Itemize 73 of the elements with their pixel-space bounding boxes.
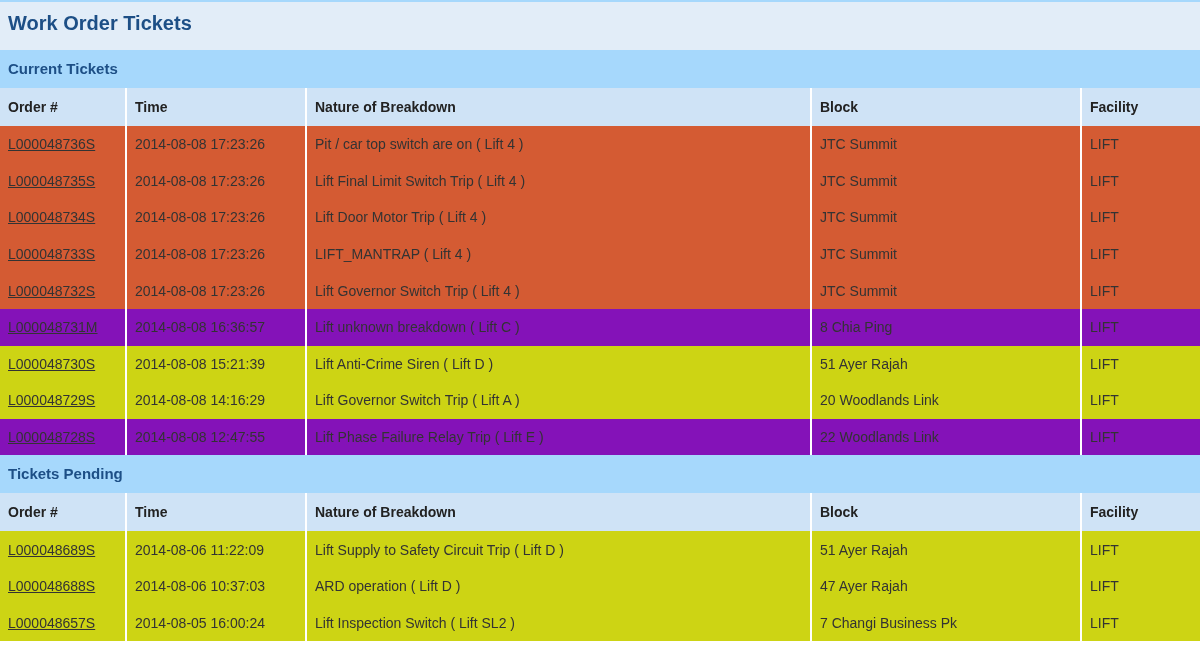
table-cell: LIFT — [1081, 382, 1200, 419]
table-cell: LIFT — [1081, 531, 1200, 568]
column-header: Time — [126, 88, 306, 126]
order-link[interactable]: L000048732S — [8, 282, 96, 299]
table-cell: LIFT — [1081, 126, 1200, 163]
table-cell: LIFT — [1081, 604, 1200, 642]
table-cell: 2014-08-08 16:36:57 — [126, 308, 306, 346]
table-cell: LIFT — [1081, 567, 1200, 605]
order-link[interactable]: L000048730S — [8, 355, 96, 372]
table-cell: 8 Chia Ping — [811, 308, 1081, 346]
table-cell: 2014-08-08 17:23:26 — [126, 199, 306, 236]
column-header: Nature of Breakdown — [306, 88, 811, 126]
table-cell: Lift Phase Failure Relay Trip ( Lift E ) — [306, 418, 811, 456]
column-header: Order # — [0, 493, 126, 532]
table-cell: 2014-08-08 17:23:26 — [126, 235, 306, 273]
table-cell: 2014-08-08 14:16:29 — [126, 382, 306, 419]
order-link[interactable]: L000048729S — [8, 392, 96, 409]
table-cell: LIFT — [1081, 162, 1200, 200]
table-cell: Lift Governor Switch Trip ( Lift A ) — [306, 382, 811, 419]
column-header: Order # — [0, 88, 126, 126]
table-cell: 2014-08-06 11:22:09 — [126, 531, 306, 568]
table-cell: JTC Summit — [811, 162, 1081, 200]
column-header: Facility — [1081, 88, 1200, 126]
table-cell: Lift unknown breakdown ( Lift C ) — [306, 308, 811, 346]
table-cell: LIFT_MANTRAP ( Lift 4 ) — [306, 235, 811, 273]
table-cell: Pit / car top switch are on ( Lift 4 ) — [306, 126, 811, 163]
section-heading: Current Tickets — [0, 50, 1200, 88]
table-cell: LIFT — [1081, 345, 1200, 383]
table-cell: Lift Inspection Switch ( Lift SL2 ) — [306, 604, 811, 642]
table-cell: Lift Door Motor Trip ( Lift 4 ) — [306, 199, 811, 236]
order-link[interactable]: L000048688S — [8, 578, 96, 595]
table-cell: 2014-08-06 10:37:03 — [126, 567, 306, 605]
table-cell: Lift Supply to Safety Circuit Trip ( Lift D ) — [306, 531, 811, 568]
table-cell: LIFT — [1081, 308, 1200, 346]
table-cell: 2014-08-08 12:47:55 — [126, 418, 306, 456]
order-link[interactable]: L000048734S — [8, 209, 96, 226]
table-cell: LIFT — [1081, 272, 1200, 309]
column-header: Facility — [1081, 493, 1200, 532]
table-cell: LIFT — [1081, 235, 1200, 273]
table-cell: 2014-08-08 17:23:26 — [126, 162, 306, 200]
table-cell: 2014-08-05 16:00:24 — [126, 604, 306, 642]
order-link[interactable]: L000048657S — [8, 614, 96, 631]
table-cell: JTC Summit — [811, 126, 1081, 163]
order-link[interactable]: L000048728S — [8, 429, 96, 446]
order-link[interactable]: L000048731M — [8, 319, 98, 336]
order-link[interactable]: L000048733S — [8, 246, 96, 263]
table-cell: 2014-08-08 17:23:26 — [126, 272, 306, 309]
order-link[interactable]: L000048689S — [8, 541, 96, 558]
order-link[interactable]: L000048735S — [8, 172, 96, 189]
table-cell: Lift Final Limit Switch Trip ( Lift 4 ) — [306, 162, 811, 200]
table-cell: LIFT — [1081, 199, 1200, 236]
table-cell: Lift Governor Switch Trip ( Lift 4 ) — [306, 272, 811, 309]
order-link[interactable]: L000048736S — [8, 136, 96, 153]
table-cell: ARD operation ( Lift D ) — [306, 567, 811, 605]
table-cell: 22 Woodlands Link — [811, 418, 1081, 456]
column-header: Nature of Breakdown — [306, 493, 811, 532]
table-cell: Lift Anti-Crime Siren ( Lift D ) — [306, 345, 811, 383]
table-cell: 2014-08-08 17:23:26 — [126, 126, 306, 163]
table-cell: JTC Summit — [811, 235, 1081, 273]
column-header: Time — [126, 493, 306, 532]
table-cell: JTC Summit — [811, 199, 1081, 236]
table-cell: 7 Changi Business Pk — [811, 604, 1081, 642]
table-cell: 47 Ayer Rajah — [811, 567, 1081, 605]
column-header: Block — [811, 88, 1081, 126]
column-header: Block — [811, 493, 1081, 532]
table-cell: 51 Ayer Rajah — [811, 531, 1081, 568]
section-heading: Tickets Pending — [0, 455, 1200, 494]
table-cell: 51 Ayer Rajah — [811, 345, 1081, 383]
table-cell: 2014-08-08 15:21:39 — [126, 345, 306, 383]
page-title: Work Order Tickets — [0, 0, 1200, 50]
table-cell: 20 Woodlands Link — [811, 382, 1081, 419]
table-cell: LIFT — [1081, 418, 1200, 456]
table-cell: JTC Summit — [811, 272, 1081, 309]
